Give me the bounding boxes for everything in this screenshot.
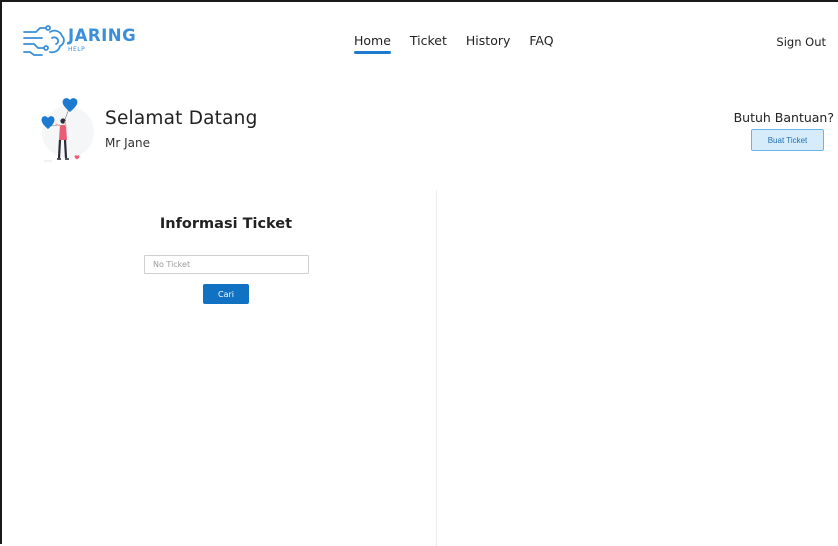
ticket-info-title: Informasi Ticket — [159, 216, 293, 232]
brand-subtitle: HELP — [68, 45, 86, 53]
main-nav: Home Ticket History FAQ — [354, 33, 554, 54]
nav-item-history[interactable]: History — [466, 33, 510, 48]
nav-item-home[interactable]: Home — [354, 33, 391, 54]
brand-name: JARING — [68, 26, 137, 45]
sign-out-link[interactable]: Sign Out — [776, 35, 826, 49]
search-ticket-button[interactable]: Cari — [203, 284, 249, 304]
welcome-user-name: Mr Jane — [105, 136, 150, 150]
welcome-title: Selamat Datang — [105, 108, 258, 129]
app-window: JARING HELP Home Ticket History FAQ Sign… — [0, 0, 838, 546]
content-divider — [436, 190, 437, 546]
circuit-logo-icon — [23, 25, 65, 56]
create-ticket-button[interactable]: Buat Ticket — [751, 129, 824, 151]
woman-with-heart-balloons-illustration — [41, 98, 94, 162]
brand-logo[interactable]: JARING HELP — [22, 24, 136, 58]
nav-item-faq[interactable]: FAQ — [529, 33, 553, 48]
help-title: Butuh Bantuan? — [733, 110, 834, 125]
ticket-number-input[interactable] — [144, 255, 309, 274]
nav-item-ticket[interactable]: Ticket — [410, 33, 447, 48]
